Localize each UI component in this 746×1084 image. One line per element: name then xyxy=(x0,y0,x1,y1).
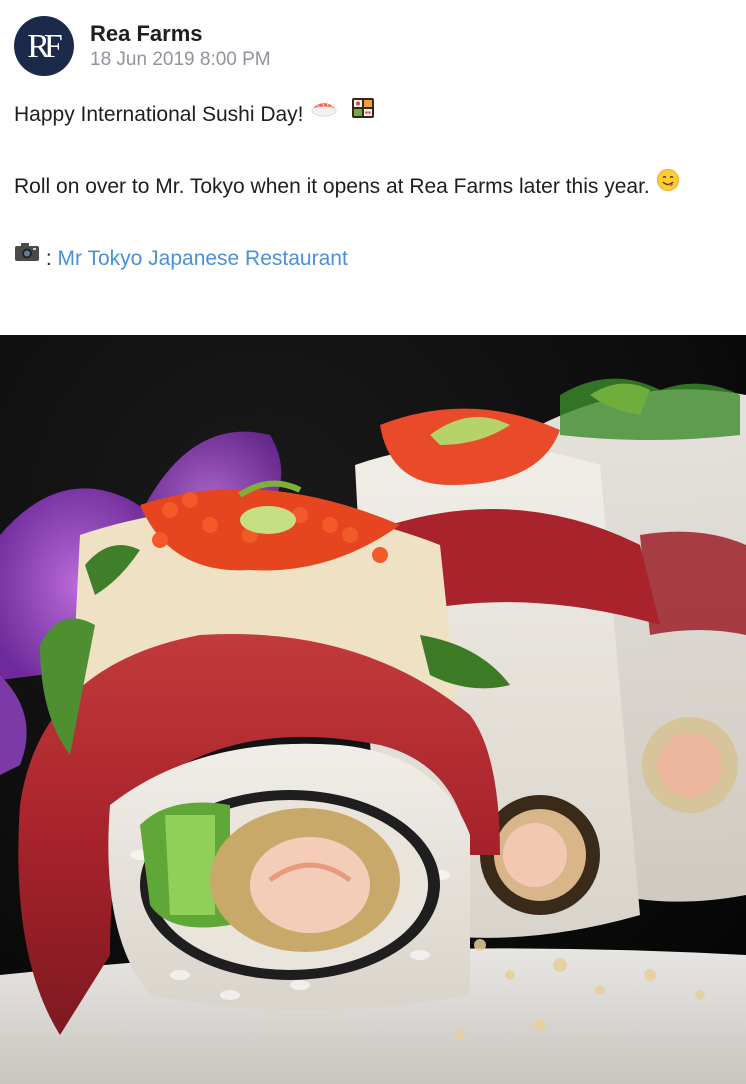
facebook-post: RF Rea Farms 18 Jun 2019 8:00 PM Happy I… xyxy=(0,0,746,1084)
smiling-face-emoji-icon xyxy=(656,168,680,203)
sushi-rolls-photo xyxy=(0,335,746,1084)
bento-emoji-icon xyxy=(351,96,375,131)
camera-emoji-icon xyxy=(14,240,40,274)
post-line-2-text: Roll on over to Mr. Tokyo when it opens … xyxy=(14,175,650,199)
photo-credit: : Mr Tokyo Japanese Restaurant xyxy=(14,242,729,276)
author-name[interactable]: Rea Farms xyxy=(90,20,271,48)
post-line-2: Roll on over to Mr. Tokyo when it opens … xyxy=(14,168,729,205)
post-timestamp[interactable]: 18 Jun 2019 8:00 PM xyxy=(90,48,271,72)
credit-page-link[interactable]: Mr Tokyo Japanese Restaurant xyxy=(58,247,348,270)
post-meta: Rea Farms 18 Jun 2019 8:00 PM xyxy=(90,20,271,72)
sushi-emoji-icon xyxy=(309,96,339,131)
post-header: RF Rea Farms 18 Jun 2019 8:00 PM xyxy=(14,14,271,78)
avatar-monogram: RF xyxy=(27,28,63,65)
post-line-1: Happy International Sushi Day! xyxy=(14,98,729,133)
post-photo[interactable] xyxy=(0,335,746,1084)
credit-separator: : xyxy=(40,247,58,270)
avatar[interactable]: RF xyxy=(14,16,74,76)
post-body: Happy International Sushi Day! Roll on o… xyxy=(14,98,729,276)
post-line-1-text: Happy International Sushi Day! xyxy=(14,103,304,127)
